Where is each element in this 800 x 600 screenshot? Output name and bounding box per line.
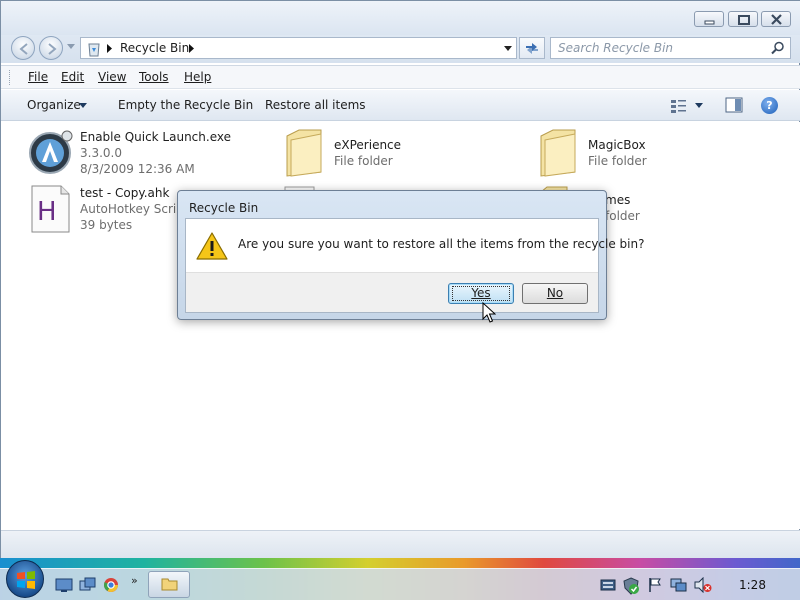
organize-button[interactable]: Organize: [27, 98, 81, 112]
empty-recycle-bin-button[interactable]: Empty the Recycle Bin: [118, 98, 253, 112]
keyboard-icon[interactable]: [600, 577, 616, 593]
preview-pane-icon[interactable]: [725, 97, 743, 113]
menu-view-label: View: [98, 70, 127, 84]
file-size: 39 bytes: [80, 218, 133, 232]
close-icon: [771, 14, 782, 25]
address-dropdown-icon[interactable]: [504, 46, 512, 52]
file-item[interactable]: Enable Quick Launch.exe 3.3.0.0 8/3/2009…: [29, 129, 249, 181]
file-detail: 3.3.0.0: [80, 146, 122, 160]
dialog-title: Recycle Bin: [189, 201, 259, 215]
file-list: Enable Quick Launch.exe 3.3.0.0 8/3/2009…: [1, 122, 800, 529]
close-button[interactable]: [761, 11, 791, 27]
focus-rectangle: [452, 286, 510, 301]
file-date: 8/3/2009 12:36 AM: [80, 162, 195, 176]
show-desktop-icon[interactable]: [55, 577, 73, 593]
minimize-icon: [704, 20, 715, 25]
address-bar[interactable]: Recycle Bin: [80, 37, 517, 59]
app-icon: [29, 130, 73, 174]
network-icon[interactable]: [670, 577, 688, 593]
menu-edit[interactable]: Edit: [61, 70, 84, 84]
file-item[interactable]: eXPerience File folder: [283, 126, 503, 178]
command-bar: Organize Empty the Recycle Bin Restore a…: [1, 90, 800, 121]
folder-icon: [161, 578, 178, 591]
menu-bar: File Edit View Tools Help: [1, 65, 800, 89]
menu-help-label: Help: [184, 70, 212, 84]
views-dropdown-icon[interactable]: [695, 103, 703, 109]
folder-icon: [540, 129, 576, 177]
forward-arrow-icon: [48, 43, 57, 55]
volume-muted-icon[interactable]: [694, 577, 712, 593]
back-arrow-icon: [19, 43, 28, 55]
menu-grip: [9, 70, 12, 85]
dialog-body: Are you sure you want to restore all the…: [185, 218, 644, 313]
forward-button[interactable]: [39, 36, 63, 60]
recycle-bin-icon: [88, 43, 100, 57]
menu-help[interactable]: Help: [184, 70, 211, 84]
restore-all-items-button[interactable]: Restore all items: [265, 98, 366, 112]
file-type: folder: [605, 209, 640, 223]
organize-dropdown-icon[interactable]: [79, 103, 87, 109]
help-icon[interactable]: ?: [761, 97, 778, 114]
restore-icon: [738, 15, 750, 25]
taskbar-explorer-button[interactable]: [148, 571, 190, 598]
windows-logo-icon: [17, 571, 35, 589]
restore-confirm-dialog: Recycle Bin Are you sure you want to res…: [177, 190, 644, 320]
security-shield-icon[interactable]: [622, 577, 640, 595]
start-button[interactable]: [6, 560, 44, 598]
switch-windows-icon[interactable]: [79, 577, 97, 593]
navigation-bar: Recycle Bin Search Recycle Bin: [1, 35, 800, 63]
chrome-icon[interactable]: [103, 577, 119, 593]
search-placeholder[interactable]: Search Recycle Bin: [558, 41, 673, 55]
title-bar: [1, 1, 800, 35]
menu-tools-label: Tools: [139, 70, 169, 84]
quick-launch-chevron[interactable]: »: [131, 574, 138, 587]
menu-edit-label: Edit: [61, 70, 85, 84]
menu-file-label: File: [28, 70, 49, 84]
file-name: test - Copy.ahk: [80, 186, 170, 200]
menu-tools[interactable]: Tools: [139, 70, 169, 84]
dialog-button-bar: Yes No: [186, 272, 598, 312]
file-type: File folder: [588, 154, 647, 168]
yes-button[interactable]: Yes: [448, 283, 514, 304]
search-icon[interactable]: [771, 41, 785, 55]
ahk-script-icon: H: [31, 185, 70, 233]
back-button[interactable]: [11, 36, 35, 60]
taskbar: » 1:28: [0, 558, 800, 600]
address-location[interactable]: Recycle Bin: [120, 41, 189, 55]
refresh-button[interactable]: [519, 37, 545, 59]
breadcrumb-arrow-icon[interactable]: [189, 44, 195, 53]
folder-icon: [286, 129, 322, 177]
recent-pages-dropdown-icon[interactable]: [67, 44, 75, 50]
restore-button[interactable]: [728, 11, 758, 27]
no-button[interactable]: No: [522, 283, 588, 304]
views-icon[interactable]: [670, 98, 688, 114]
file-name: eXPerience: [334, 138, 402, 152]
minimize-button[interactable]: [694, 11, 724, 27]
refresh-icon: [526, 43, 538, 54]
svg-text:H: H: [37, 197, 57, 227]
status-bar: [1, 530, 800, 559]
action-center-flag-icon[interactable]: [647, 577, 663, 593]
system-clock[interactable]: 1:28: [739, 578, 766, 592]
menu-file[interactable]: File: [28, 70, 48, 84]
file-name: Enable Quick Launch.exe: [80, 130, 231, 144]
file-item[interactable]: MagicBox File folder: [537, 126, 757, 178]
dialog-message: Are you sure you want to restore all the…: [238, 237, 645, 251]
no-button-label: No: [546, 286, 564, 300]
warning-icon: [196, 232, 228, 260]
file-name: MagicBox: [588, 138, 646, 152]
file-type: AutoHotkey Script: [80, 202, 189, 216]
file-name: mes: [605, 193, 631, 207]
menu-view[interactable]: View: [98, 70, 126, 84]
file-type: File folder: [334, 154, 393, 168]
breadcrumb-arrow-icon[interactable]: [107, 44, 113, 53]
search-box[interactable]: Search Recycle Bin: [550, 37, 791, 59]
mouse-cursor-icon: [482, 302, 496, 323]
